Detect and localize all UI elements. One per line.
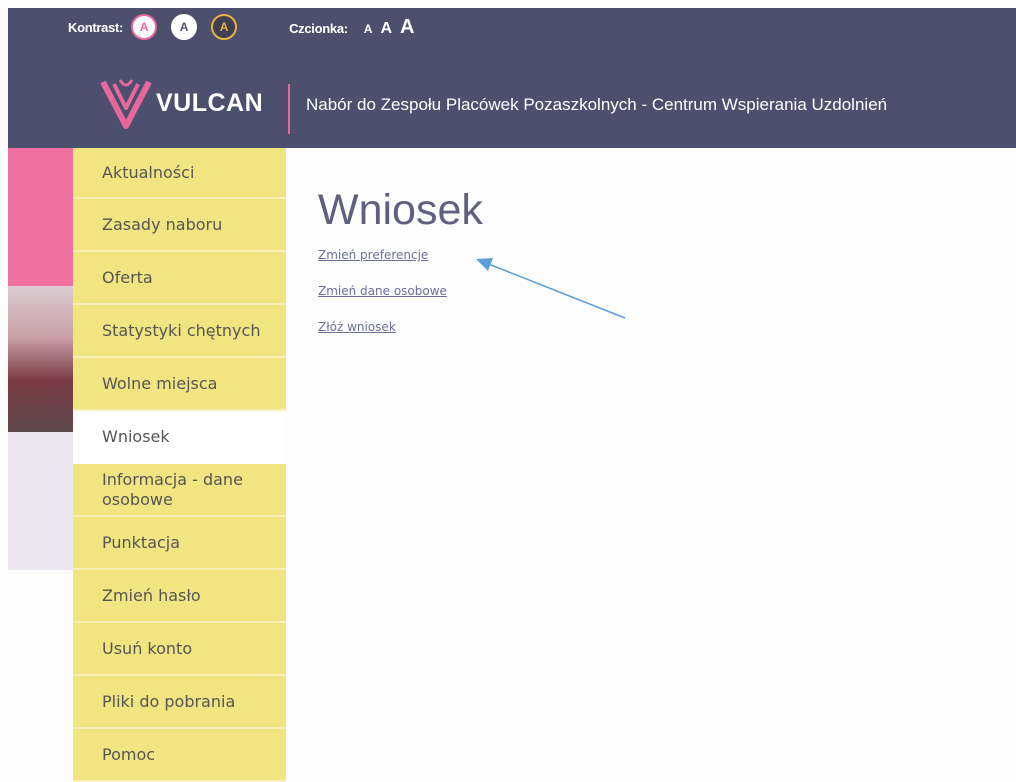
- site-title: Nabór do Zespołu Placówek Pozaszkolnych …: [306, 95, 888, 114]
- contrast-default-button[interactable]: A: [131, 14, 158, 40]
- header-divider: [288, 84, 290, 134]
- vulcan-logo[interactable]: VULCAN: [100, 76, 263, 130]
- submit-application-link[interactable]: Złóż wniosek: [318, 320, 447, 334]
- page-title: Wniosek: [318, 186, 483, 234]
- sidebar-item-pliki[interactable]: Pliki do pobrania: [73, 676, 286, 729]
- change-preferences-link[interactable]: Zmień preferencje: [318, 248, 447, 262]
- action-links: Zmień preferencje Zmień dane osobowe Złó…: [318, 248, 447, 356]
- font-large-button[interactable]: A: [400, 16, 414, 39]
- font-medium-button[interactable]: A: [380, 20, 392, 38]
- photo-light-block: [8, 432, 73, 570]
- sidebar-item-wolne-miejsca[interactable]: Wolne miejsca: [73, 358, 286, 411]
- contrast-yellow-button[interactable]: A: [211, 14, 238, 40]
- sidebar-item-statystyki[interactable]: Statystyki chętnych: [73, 305, 286, 358]
- sidebar-item-aktualnosci[interactable]: Aktualności: [73, 148, 286, 199]
- photo-pink-block: [8, 148, 73, 286]
- font-small-button[interactable]: A: [364, 22, 373, 36]
- contrast-high-button[interactable]: A: [171, 14, 198, 40]
- sidebar-item-wniosek[interactable]: Wniosek: [73, 411, 286, 464]
- contrast-label: Kontrast:: [68, 19, 124, 35]
- vulcan-logo-icon: [100, 79, 152, 129]
- sidebar-item-oferta[interactable]: Oferta: [73, 252, 286, 305]
- sidebar-item-usun-konto[interactable]: Usuń konto: [73, 623, 286, 676]
- sidebar-nav: Aktualności Zasady naboru Oferta Statyst…: [73, 148, 286, 782]
- font-size-controls: Czcionka: A A A: [289, 16, 414, 39]
- sidebar-item-pomoc[interactable]: Pomoc: [73, 729, 286, 782]
- font-size-label: Czcionka:: [289, 20, 348, 36]
- photo-image-block: [8, 286, 73, 432]
- sidebar-item-informacja[interactable]: Informacja - dane osobowe: [73, 464, 286, 517]
- logo-text: VULCAN: [156, 88, 264, 117]
- sidebar-item-zmien-haslo[interactable]: Zmień hasło: [73, 570, 286, 623]
- sidebar-item-punktacja[interactable]: Punktacja: [73, 517, 286, 570]
- change-personal-data-link[interactable]: Zmień dane osobowe: [318, 284, 447, 298]
- side-photo: [8, 148, 73, 570]
- accessibility-toolbar: Kontrast: A A A Czcionka: A A A: [68, 12, 414, 42]
- sidebar-item-zasady-naboru[interactable]: Zasady naboru: [73, 199, 286, 252]
